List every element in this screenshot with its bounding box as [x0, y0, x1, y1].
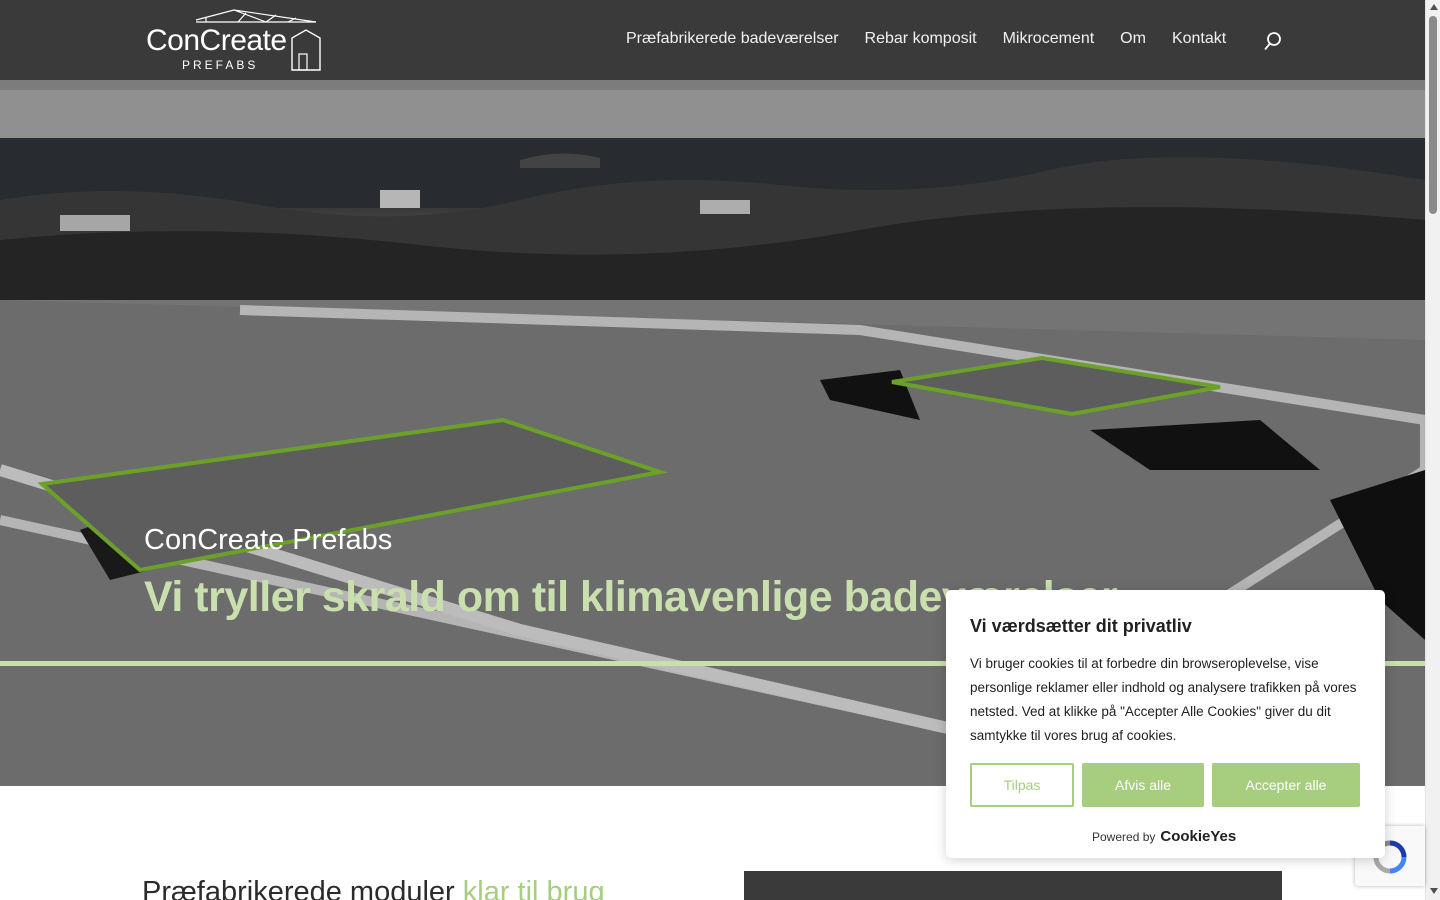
search-icon[interactable]: [1262, 30, 1284, 52]
cookie-consent-banner: Vi værdsætter dit privatliv Vi bruger co…: [946, 590, 1385, 858]
section-title-main: Præfabrikerede moduler: [142, 876, 463, 900]
cookie-accept-button[interactable]: Accepter alle: [1212, 763, 1360, 807]
cookie-customize-button[interactable]: Tilpas: [970, 763, 1074, 807]
site-header: ConCreate PREFABS Præfabrikerede badevær…: [0, 0, 1425, 80]
logo-subtitle: PREFABS: [182, 58, 259, 72]
site-logo[interactable]: ConCreate PREFABS: [146, 8, 326, 74]
nav-item-about[interactable]: Om: [1120, 30, 1146, 48]
cookie-text: Vi bruger cookies til at forbedre din br…: [970, 656, 1357, 743]
logo-wordmark: ConCreate: [146, 24, 287, 57]
nav-item-contact[interactable]: Kontakt: [1172, 30, 1226, 48]
section-image: [744, 871, 1282, 900]
nav-item-rebar-composite[interactable]: Rebar komposit: [865, 30, 977, 48]
nav-item-prefab-bathrooms[interactable]: Præfabrikerede badeværelser: [626, 30, 839, 48]
section-title: Præfabrikerede moduler klar til brug: [142, 876, 605, 900]
scroll-up-arrow-icon[interactable]: [1430, 4, 1438, 10]
cookie-reject-button[interactable]: Afvis alle: [1082, 763, 1204, 807]
cookie-powered-by[interactable]: Powered by CookieYes: [1092, 828, 1236, 845]
cookie-title: Vi værdsætter dit privatliv: [970, 616, 1192, 636]
powered-by-label: Powered by: [1092, 830, 1156, 844]
page: ConCreate Prefabs Vi tryller skrald om t…: [0, 0, 1440, 900]
page-scrollbar[interactable]: [1425, 0, 1440, 900]
main-nav: Præfabrikerede badeværelser Rebar kompos…: [626, 30, 1226, 48]
cookieyes-logo: CookieYes: [1160, 828, 1237, 845]
scroll-thumb[interactable]: [1429, 16, 1437, 214]
section-title-accent: klar til brug: [462, 876, 605, 900]
scroll-down-arrow-icon[interactable]: [1430, 888, 1438, 894]
nav-item-microcement[interactable]: Mikrocement: [1003, 30, 1095, 48]
hero-kicker: ConCreate Prefabs: [144, 524, 393, 556]
